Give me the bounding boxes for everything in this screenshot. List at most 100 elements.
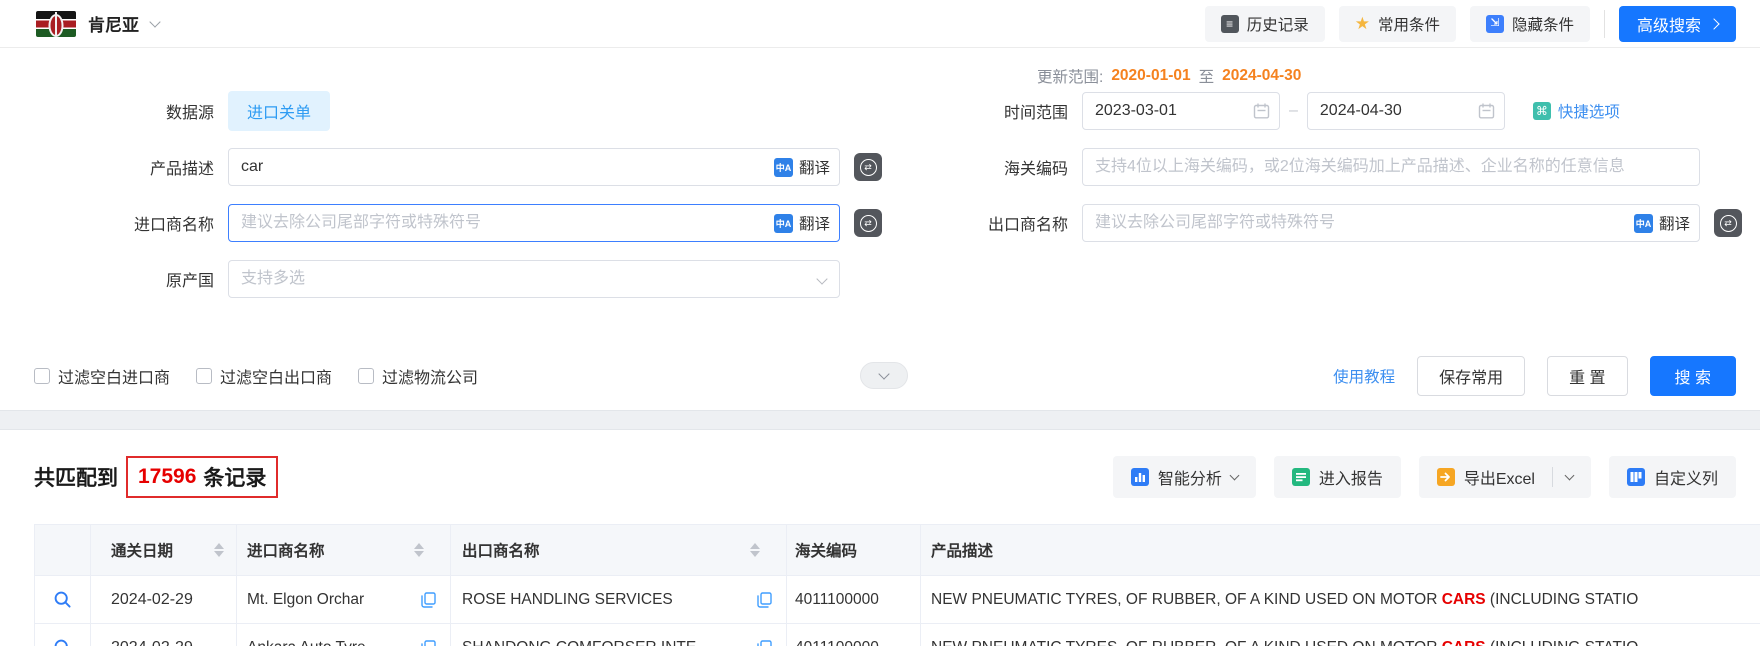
product-desc-row: 产品描述 中A 翻译 ⇄	[0, 148, 882, 186]
exporter-row: 出口商名称 中A 翻译 ⇄	[882, 204, 1760, 242]
tutorial-link[interactable]: 使用教程	[1333, 365, 1395, 387]
quick-options-icon: ⌘	[1533, 102, 1551, 120]
data-source-tag[interactable]: 进口关单	[228, 91, 330, 131]
quick-options-button[interactable]: ⌘ 快捷选项	[1533, 100, 1620, 122]
checkbox[interactable]	[196, 368, 212, 384]
header-cell-date[interactable]: 通关日期	[91, 525, 237, 575]
exporter-inputbox: 中A 翻译	[1082, 204, 1700, 242]
reset-button[interactable]: 重 置	[1547, 356, 1627, 396]
date-separator: –	[1289, 102, 1298, 120]
collapse-form-button[interactable]	[860, 362, 908, 389]
exporter-swap-search-button[interactable]: ⇄	[1714, 209, 1742, 237]
search-icon	[53, 638, 72, 646]
header-hs-label: 海关编码	[795, 539, 857, 561]
exporter-input[interactable]	[1082, 204, 1700, 242]
enter-report-button[interactable]: 进入报告	[1274, 456, 1401, 498]
table-row: 2024-02-29 Ankara Auto Tyre SHANDONG COM…	[35, 624, 1760, 646]
analysis-label: 智能分析	[1158, 465, 1222, 489]
matched-prefix: 共匹配到	[34, 462, 118, 492]
cell-product-desc: NEW PNEUMATIC TYRES, OF RUBBER, OF A KIN…	[931, 639, 1638, 646]
header-cell-importer[interactable]: 进口商名称	[237, 525, 451, 575]
results-actions: 智能分析 进入报告 导	[1113, 456, 1736, 498]
origin-select[interactable]	[228, 260, 840, 298]
cell-exporter: SHANDONG COMFORSER INTE	[462, 639, 696, 646]
sort-icon[interactable]	[750, 543, 760, 557]
header-exporter-label: 出口商名称	[462, 539, 540, 561]
filter-blank-importer-checkbox[interactable]: 过滤空白进口商	[34, 364, 170, 388]
checkbox[interactable]	[358, 368, 374, 384]
filter-blank-exporter-label: 过滤空白出口商	[220, 364, 332, 388]
origin-selectbox	[228, 260, 840, 298]
collapse-icon: ⇲	[1486, 15, 1504, 33]
importer-swap-search-button[interactable]: ⇄	[854, 209, 882, 237]
sort-icon[interactable]	[414, 543, 424, 557]
country-selector[interactable]: 肯尼亚	[36, 11, 159, 37]
search-button[interactable]: 搜 索	[1650, 356, 1736, 396]
importer-input[interactable]	[228, 204, 840, 242]
copy-exporter-button[interactable]	[757, 640, 772, 646]
translate-label: 翻译	[1659, 212, 1690, 234]
translate-icon: 中A	[774, 158, 793, 177]
cell-hs-code: 4011100000	[795, 639, 879, 646]
view-detail-button[interactable]	[53, 590, 72, 609]
sort-icon[interactable]	[214, 543, 224, 557]
filter-logistics-checkbox[interactable]: 过滤物流公司	[358, 364, 478, 388]
product-desc-label: 产品描述	[0, 155, 228, 179]
header-cell-exporter[interactable]: 出口商名称	[451, 525, 787, 575]
results-table: 通关日期 进口商名称 出口商名称 海关编码 产品描述	[34, 524, 1760, 646]
translate-label: 翻译	[799, 212, 830, 234]
copy-importer-button[interactable]	[421, 640, 436, 646]
results-header: 共匹配到 17596 条记录 智能分析	[0, 456, 1760, 498]
divider	[1604, 10, 1605, 38]
product-translate-button[interactable]: 中A 翻译	[774, 156, 830, 178]
search-form: 数据源 进口关单 产品描述 中A 翻译 ⇄	[0, 48, 1760, 396]
export-excel-button[interactable]: 导出Excel	[1419, 456, 1591, 498]
advanced-search-button[interactable]: 高级搜索	[1619, 6, 1736, 42]
columns-icon	[1627, 468, 1645, 486]
cell-hs-code: 4011100000	[795, 591, 879, 609]
swap-search-icon: ⇄	[1720, 215, 1737, 232]
update-range: 更新范围: 2020-01-01 至 2024-04-30	[1037, 60, 1760, 92]
copy-importer-button[interactable]	[421, 592, 436, 608]
hide-conditions-button[interactable]: ⇲ 隐藏条件	[1470, 6, 1590, 42]
customize-columns-button[interactable]: 自定义列	[1609, 456, 1736, 498]
smart-analysis-button[interactable]: 智能分析	[1113, 456, 1256, 498]
origin-country-row: 原产国	[0, 260, 882, 298]
hs-code-input[interactable]	[1082, 148, 1700, 186]
history-button[interactable]: ≡ 历史记录	[1205, 6, 1325, 42]
importer-translate-button[interactable]: 中A 翻译	[774, 212, 830, 234]
copy-exporter-button[interactable]	[757, 592, 772, 608]
product-desc-input[interactable]	[228, 148, 840, 186]
translate-label: 翻译	[799, 156, 830, 178]
quick-options-label: 快捷选项	[1558, 100, 1620, 122]
importer-inputbox: 中A 翻译	[228, 204, 840, 242]
header-desc-label: 产品描述	[931, 539, 993, 561]
header-cell-detail	[35, 525, 91, 575]
filter-blank-exporter-checkbox[interactable]: 过滤空白出口商	[196, 364, 332, 388]
row-detail-cell	[35, 576, 91, 623]
update-to-date: 2024-04-30	[1222, 67, 1301, 85]
product-swap-search-button[interactable]: ⇄	[854, 153, 882, 181]
cell-date: 2024-02-29	[111, 591, 193, 609]
history-label: 历史记录	[1247, 13, 1309, 35]
cell-importer: Ankara Auto Tyre	[247, 639, 366, 646]
date-to-input[interactable]	[1307, 92, 1505, 130]
exporter-translate-button[interactable]: 中A 翻译	[1634, 212, 1690, 234]
cell-exporter: ROSE HANDLING SERVICES	[462, 591, 673, 609]
view-detail-button[interactable]	[53, 638, 72, 646]
checkbox[interactable]	[34, 368, 50, 384]
data-source-row: 数据源 进口关单	[0, 92, 882, 130]
time-range-label: 时间范围	[882, 99, 1082, 123]
origin-label: 原产国	[0, 267, 228, 291]
filters-row: 过滤空白进口商 过滤空白出口商 过滤物流公司 使用教程 保存常用 重 置 搜 索	[0, 356, 1760, 396]
favorite-conditions-button[interactable]: ★ 常用条件	[1339, 6, 1456, 42]
form-right-column: 更新范围: 2020-01-01 至 2024-04-30 时间范围	[882, 60, 1760, 316]
date-from-box	[1082, 92, 1280, 130]
form-left-column: 数据源 进口关单 产品描述 中A 翻译 ⇄	[0, 60, 882, 316]
date-from-input[interactable]	[1082, 92, 1280, 130]
save-conditions-button[interactable]: 保存常用	[1417, 356, 1525, 396]
hs-code-row: 海关编码	[882, 148, 1760, 186]
hide-label: 隐藏条件	[1512, 13, 1574, 35]
star-icon: ★	[1355, 15, 1370, 32]
chevron-down-icon[interactable]	[1565, 470, 1575, 480]
